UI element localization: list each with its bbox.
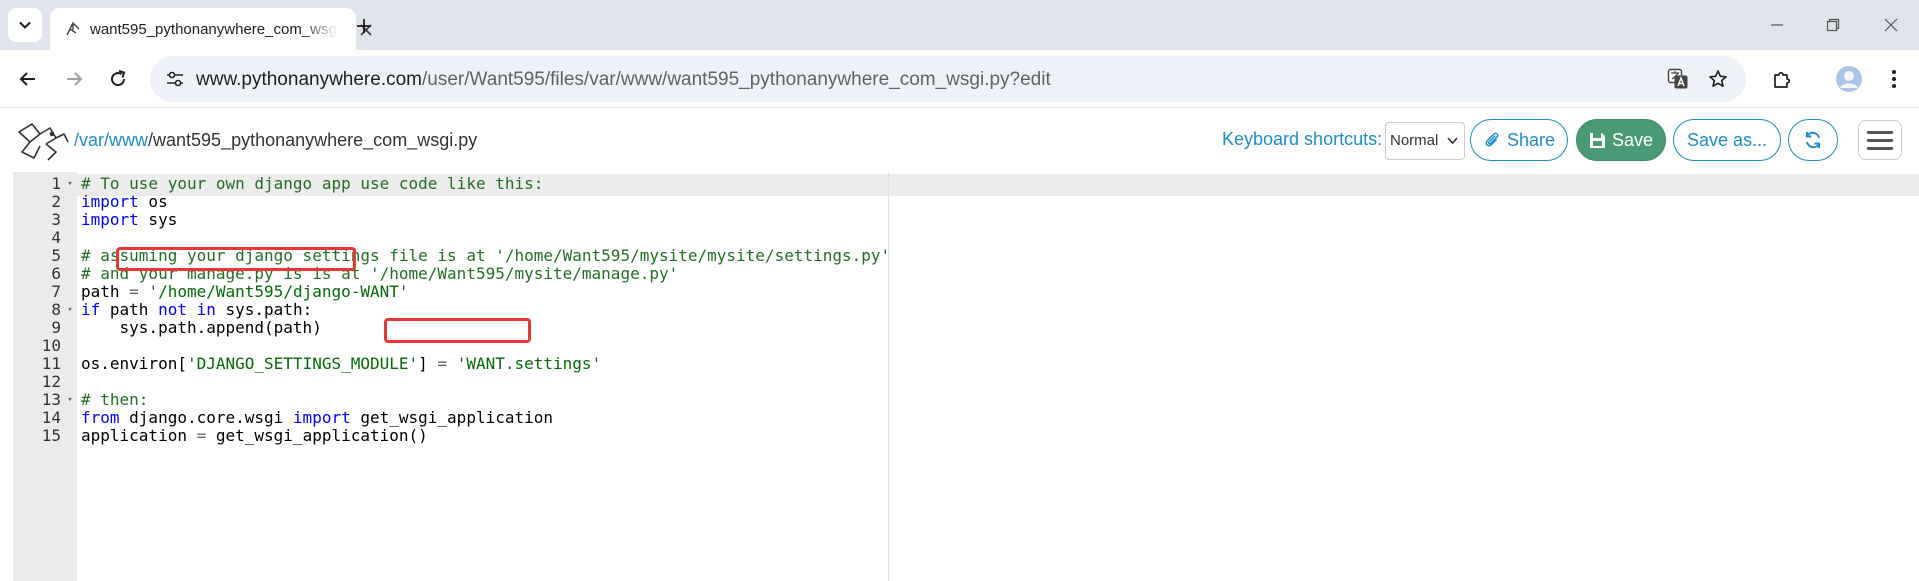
minimize-icon xyxy=(1771,24,1783,26)
share-button[interactable]: Share xyxy=(1470,119,1568,161)
arrow-left-icon xyxy=(19,72,35,86)
star-icon xyxy=(1709,70,1727,87)
tune-icon xyxy=(167,71,183,87)
translate-button[interactable] xyxy=(1663,64,1693,94)
code-token: = xyxy=(437,354,448,373)
code-token: get_wsgi_application() xyxy=(206,426,428,445)
keyboard-mode-value: Normal xyxy=(1390,132,1439,149)
code-line[interactable]: sys.path.append(path) xyxy=(81,317,322,339)
save-label: Save xyxy=(1611,129,1654,150)
menu-bar-icon xyxy=(1867,130,1893,134)
url-text[interactable]: www.pythonanywhere.com/user/Want595/file… xyxy=(196,69,1051,91)
file-breadcrumb: /var/www/want595_pythonanywhere_com_wsgi… xyxy=(74,130,477,151)
reload-icon xyxy=(111,70,126,87)
restore-icon xyxy=(1826,18,1840,32)
profile-avatar-button[interactable] xyxy=(1832,62,1866,96)
close-window-button[interactable] xyxy=(1876,10,1906,40)
minimize-window-button[interactable] xyxy=(1762,10,1792,40)
fold-toggle-icon[interactable]: ▾ xyxy=(65,389,75,411)
save-as-button[interactable]: Save as... xyxy=(1673,119,1781,161)
keyboard-shortcuts-label: Keyboard shortcuts: xyxy=(1222,129,1383,149)
translate-icon xyxy=(1667,68,1688,89)
code-token: = xyxy=(196,426,207,445)
code-line[interactable]: application = get_wsgi_application() xyxy=(81,425,428,447)
breadcrumb-filename: /want595_pythonanywhere_com_wsgi.py xyxy=(148,130,478,150)
annotation-highlight-settings xyxy=(384,318,531,343)
refresh-icon xyxy=(1806,131,1820,149)
line-number: 15 xyxy=(41,426,61,445)
pythonanywhere-logo-icon[interactable] xyxy=(16,120,70,162)
fold-toggle-icon[interactable]: ▾ xyxy=(65,173,75,195)
restore-window-button[interactable] xyxy=(1818,10,1848,40)
code-editor[interactable]: 1 ▾ 2 3 4 5 6 7 8 ▾ 9 10 11 12 13 ▾ 14 15 # To use your o… xyxy=(13,172,1919,581)
save-button[interactable]: Save xyxy=(1576,119,1666,161)
puzzle-icon xyxy=(1774,71,1791,88)
breadcrumb-www[interactable]: /www xyxy=(104,130,148,150)
forward-button[interactable] xyxy=(58,63,90,95)
save-as-label: Save as... xyxy=(1686,129,1768,150)
browser-tab-strip: want595_pythonanywhere_com_wsgi.py xyxy=(0,0,1919,50)
share-label: Share xyxy=(1506,129,1556,150)
extensions-button[interactable] xyxy=(1766,63,1798,95)
code-token: os.environ[ xyxy=(81,354,187,373)
annotation-highlight-path xyxy=(116,247,356,271)
code-token: sys xyxy=(138,210,178,229)
browser-tab-active[interactable]: want595_pythonanywhere_com_wsgi.py xyxy=(50,8,372,50)
fold-toggle-icon[interactable]: ▾ xyxy=(65,299,75,321)
code-line[interactable]: import sys xyxy=(81,209,177,231)
editor-header: /var/www/want595_pythonanywhere_com_wsgi… xyxy=(0,108,1919,172)
paperclip-icon xyxy=(1485,132,1499,147)
browser-toolbar: www.pythonanywhere.com/user/Want595/file… xyxy=(0,50,1919,108)
url-path: /user/Want595/files/var/www/want595_pyth… xyxy=(422,69,1051,90)
new-tab-button[interactable] xyxy=(350,12,378,40)
reload-file-button[interactable] xyxy=(1788,119,1838,161)
line-number-gutter: 1 ▾ 2 3 4 5 6 7 8 ▾ 9 10 11 12 13 ▾ 14 15 xyxy=(13,172,77,581)
more-vertical-icon xyxy=(1892,70,1896,88)
tab-title: want595_pythonanywhere_com_wsgi.py xyxy=(90,21,338,38)
back-button[interactable] xyxy=(12,63,44,95)
code-token: 'WANT.settings' xyxy=(456,354,602,373)
code-token: 'DJANGO_SETTINGS_MODULE' xyxy=(186,354,419,373)
close-icon xyxy=(1884,18,1898,32)
menu-bar-icon xyxy=(1867,146,1893,150)
chevron-down-icon xyxy=(19,21,31,29)
avatar-icon xyxy=(1836,66,1862,92)
floppy-disk-icon xyxy=(1589,132,1605,148)
code-line[interactable]: os.environ['DJANGO_SETTINGS_MODULE'] = '… xyxy=(81,353,601,375)
url-host: www.pythonanywhere.com xyxy=(196,69,422,90)
bookmark-star-button[interactable] xyxy=(1703,64,1733,94)
plus-icon xyxy=(357,19,371,33)
site-info-button[interactable] xyxy=(160,64,190,94)
code-token: ] xyxy=(418,354,438,373)
reload-button[interactable] xyxy=(102,63,134,95)
address-bar[interactable]: www.pythonanywhere.com/user/Want595/file… xyxy=(150,56,1746,102)
menu-bar-icon xyxy=(1867,138,1893,142)
print-margin xyxy=(888,172,889,581)
tab-search-button[interactable] xyxy=(8,8,42,42)
browser-menu-button[interactable] xyxy=(1878,63,1910,95)
pythonanywhere-favicon-icon xyxy=(66,21,80,36)
breadcrumb-var[interactable]: /var xyxy=(74,130,104,150)
code-token: application xyxy=(81,426,197,445)
code-token: import xyxy=(81,210,139,229)
code-token: sys.path.append(path) xyxy=(81,318,322,337)
chevron-down-icon xyxy=(1447,137,1458,145)
hamburger-menu-button[interactable] xyxy=(1858,120,1902,160)
arrow-right-icon xyxy=(67,72,83,86)
keyboard-mode-select[interactable]: Normal xyxy=(1385,122,1465,160)
